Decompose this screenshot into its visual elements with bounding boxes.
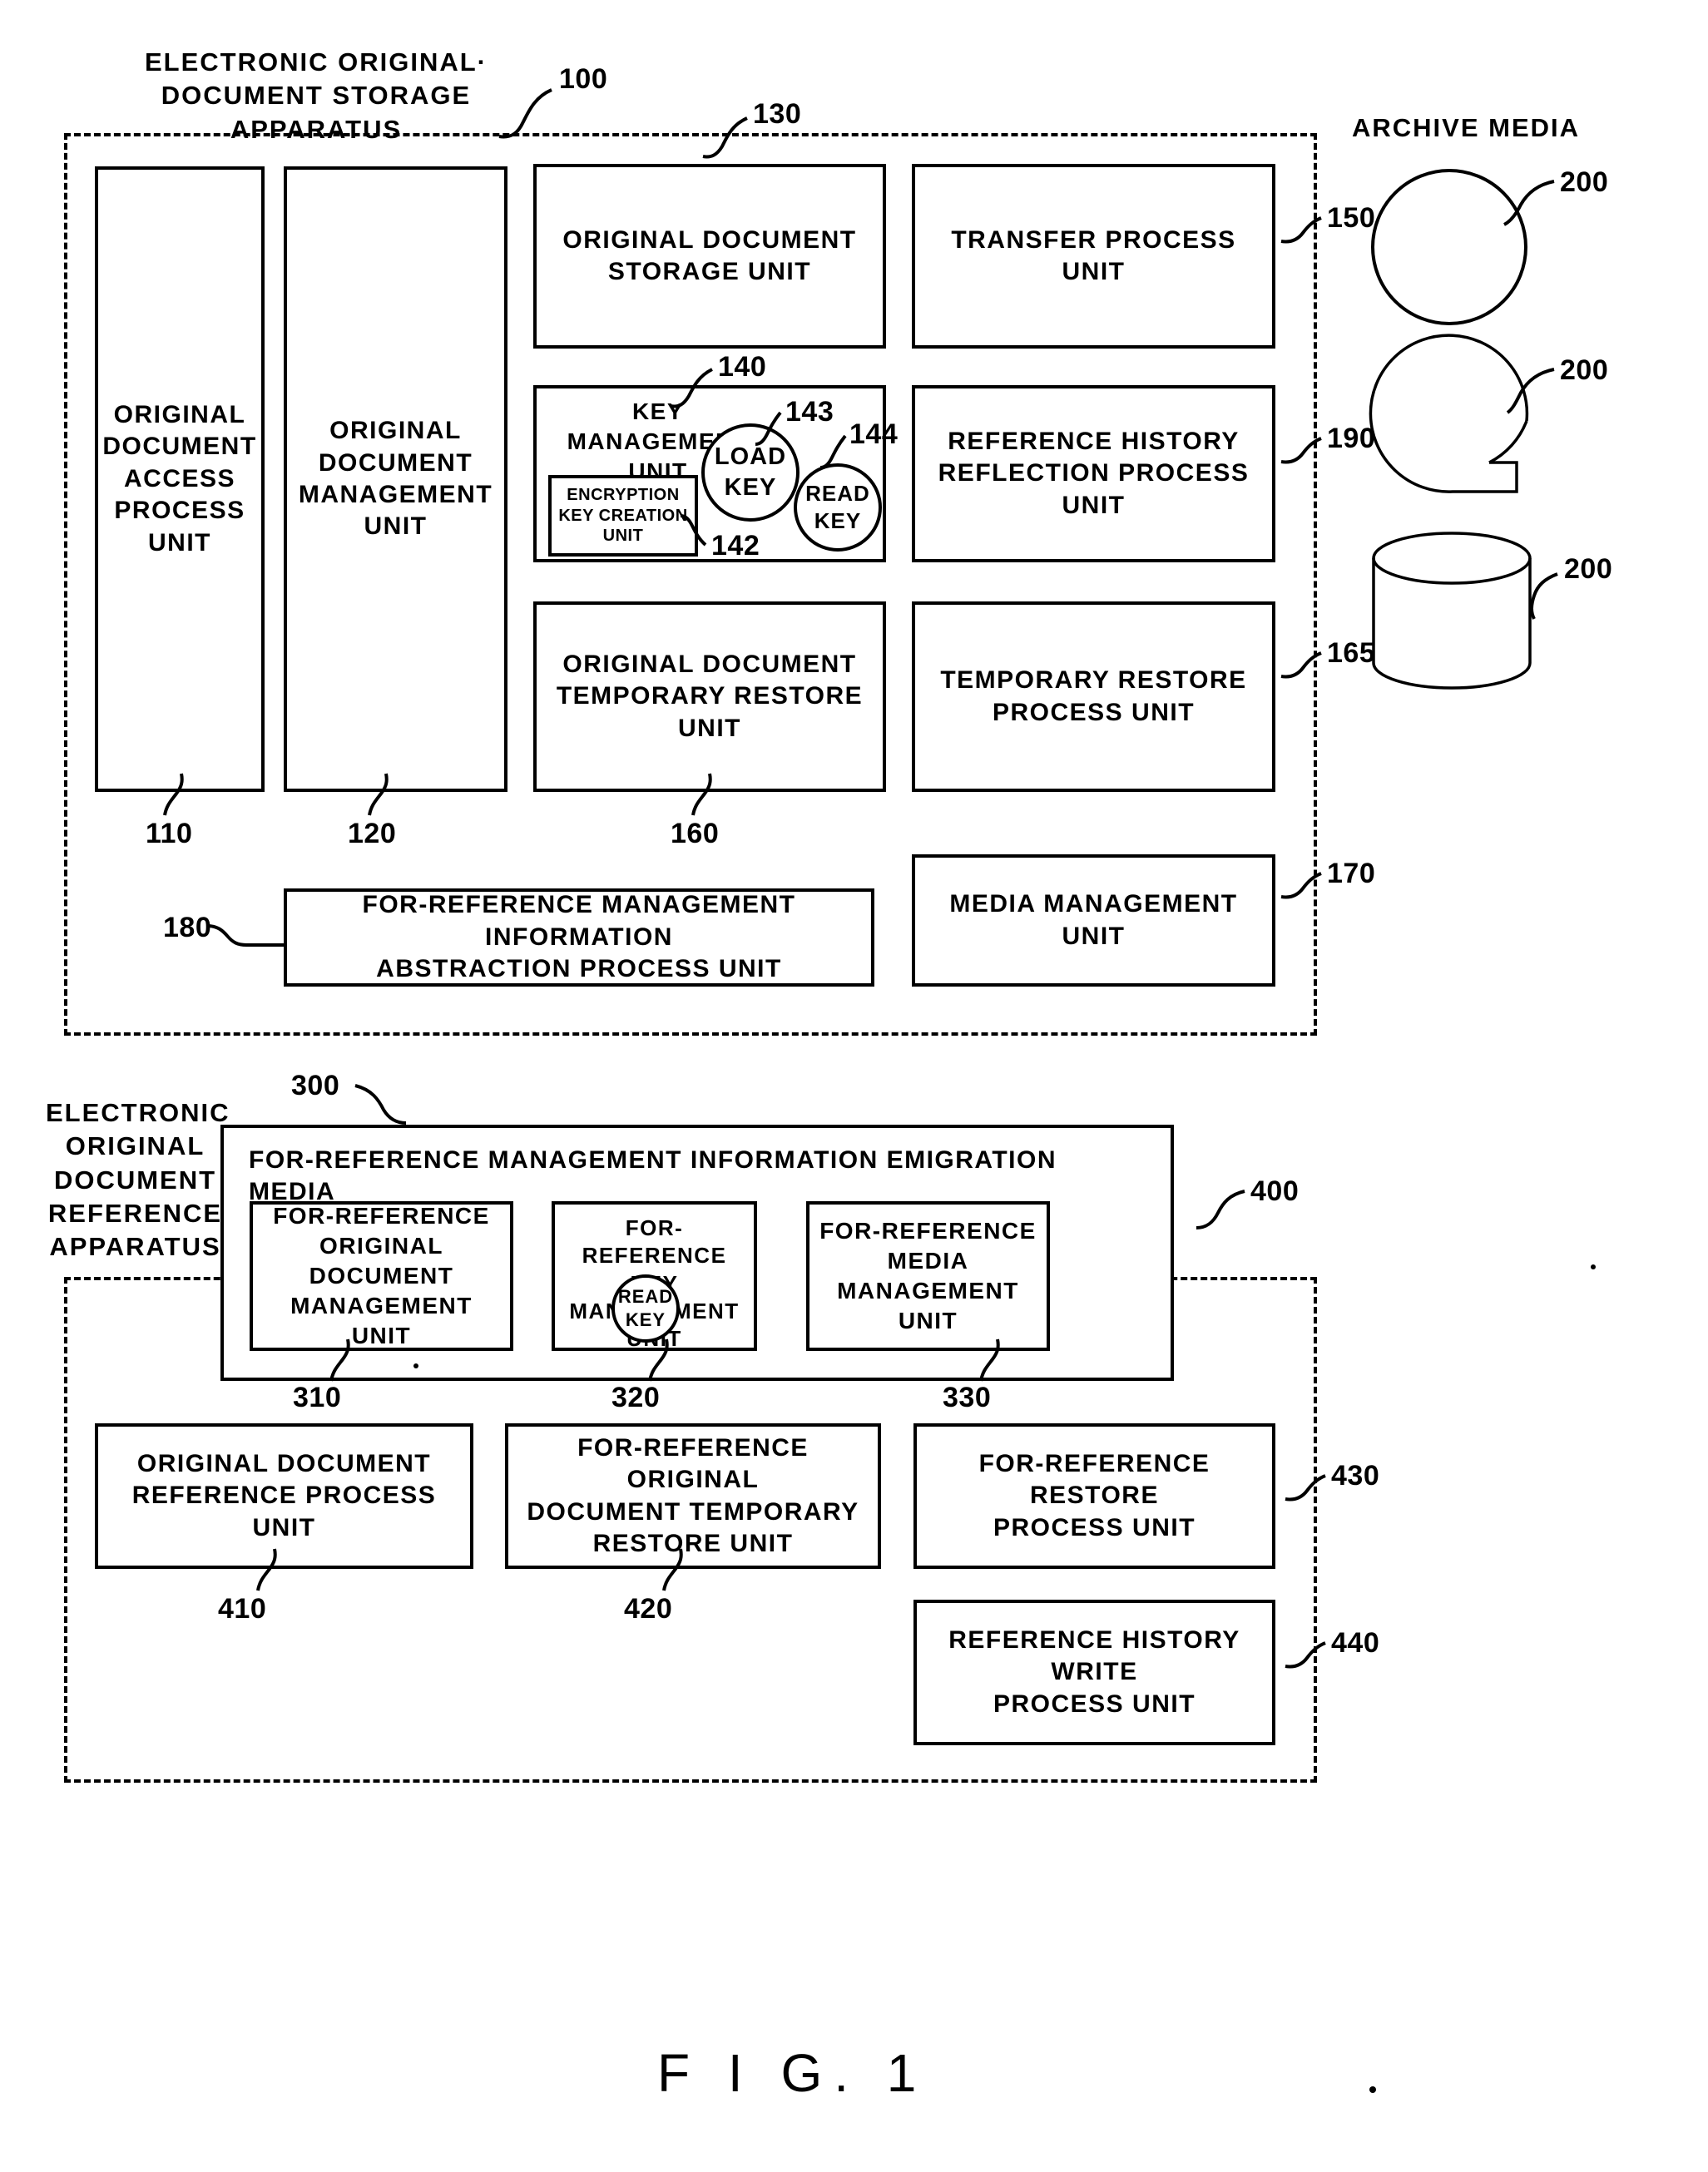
unit-label: FOR-REFERENCE MEDIA MANAGEMENT UNIT — [819, 1218, 1037, 1333]
original-document-storage-unit: ORIGINAL DOCUMENT STORAGE UNIT — [533, 164, 886, 349]
unit-label: ORIGINAL DOCUMENT TEMPORARY RESTORE UNIT — [556, 650, 864, 742]
original-document-management-unit: ORIGINAL DOCUMENT MANAGEMENT UNIT — [284, 166, 507, 792]
unit-label: ORIGINAL DOCUMENT MANAGEMENT UNIT — [298, 417, 493, 541]
ref-160: 160 — [671, 818, 720, 849]
unit-label: ORIGINAL DOCUMENT STORAGE UNIT — [562, 225, 857, 285]
ref-200-db: 200 — [1564, 553, 1613, 585]
ref-170: 170 — [1327, 858, 1376, 889]
encryption-key-creation-unit: ENCRYPTION KEY CREATION UNIT — [548, 475, 698, 557]
for-reference-management-info-abstraction-process-unit: FOR-REFERENCE MANAGEMENT INFORMATION ABS… — [284, 888, 874, 987]
ref-420: 420 — [624, 1593, 673, 1625]
ref-440: 440 — [1331, 1627, 1380, 1659]
ref-143: 143 — [785, 396, 834, 428]
original-document-access-process-unit: ORIGINAL DOCUMENT ACCESS PROCESS UNIT — [95, 166, 265, 792]
ref-400: 400 — [1250, 1175, 1300, 1207]
ref-110: 110 — [146, 818, 193, 849]
ref-165: 165 — [1327, 637, 1376, 669]
for-reference-original-document-management-unit: FOR-REFERENCE ORIGINAL DOCUMENT MANAGEME… — [250, 1201, 513, 1351]
unit-label: FOR-REFERENCE MANAGEMENT INFORMATION ABS… — [362, 891, 796, 983]
ref-330: 330 — [943, 1382, 992, 1413]
ref-120: 120 — [348, 818, 397, 849]
read-key-circle: READ KEY — [611, 1274, 680, 1343]
reference-history-write-process-unit: REFERENCE HISTORY WRITE PROCESS UNIT — [913, 1600, 1275, 1745]
for-reference-management-info-emigration-media: FOR-REFERENCE MANAGEMENT INFORMATION EMI… — [220, 1125, 1174, 1381]
unit-label: ORIGINAL DOCUMENT ACCESS PROCESS UNIT — [102, 401, 257, 557]
ref-180: 180 — [163, 912, 212, 943]
patent-figure-page: ELECTRONIC ORIGINAL· DOCUMENT STORAGE AP… — [0, 0, 1708, 2172]
ref-310: 310 — [293, 1382, 342, 1413]
unit-label: ENCRYPTION KEY CREATION UNIT — [558, 486, 688, 546]
for-reference-key-management-unit: FOR-REFERENCE KEY MANAGEMENT UNIT READ K… — [552, 1201, 757, 1351]
reference-history-reflection-process-unit: REFERENCE HISTORY REFLECTION PROCESS UNI… — [912, 385, 1275, 562]
unit-label: ORIGINAL DOCUMENT REFERENCE PROCESS UNIT — [131, 1449, 437, 1541]
ref-150: 150 — [1327, 202, 1376, 234]
storage-apparatus-title: ELECTRONIC ORIGINAL· DOCUMENT STORAGE AP… — [145, 47, 488, 144]
ref-130: 130 — [753, 98, 802, 130]
ref-200-tape: 200 — [1560, 354, 1609, 386]
reference-apparatus-title: ELECTRONIC ORIGINAL DOCUMENT REFERENCE A… — [46, 1098, 230, 1262]
unit-label: REFERENCE HISTORY REFLECTION PROCESS UNI… — [938, 427, 1250, 519]
media-management-unit: MEDIA MANAGEMENT UNIT — [912, 854, 1275, 987]
ref-300: 300 — [291, 1070, 340, 1101]
for-reference-original-document-temporary-restore-unit: FOR-REFERENCE ORIGINAL DOCUMENT TEMPORAR… — [505, 1423, 881, 1569]
temporary-restore-process-unit: TEMPORARY RESTORE PROCESS UNIT — [912, 601, 1275, 792]
ref-142: 142 — [711, 530, 760, 562]
read-key-label: READ KEY — [617, 1285, 674, 1330]
for-reference-restore-process-unit: FOR-REFERENCE RESTORE PROCESS UNIT — [913, 1423, 1275, 1569]
ref-430: 430 — [1331, 1460, 1380, 1492]
unit-label: FOR-REFERENCE ORIGINAL DOCUMENT TEMPORAR… — [527, 1433, 859, 1557]
ref-144: 144 — [849, 418, 899, 450]
for-reference-media-management-unit: FOR-REFERENCE MEDIA MANAGEMENT UNIT — [806, 1201, 1050, 1351]
figure-caption: F I G. 1 — [657, 2043, 928, 2103]
load-key-label: LOAD KEY — [714, 443, 787, 501]
ref-410: 410 — [218, 1593, 267, 1625]
ref-100: 100 — [559, 63, 608, 95]
unit-label: FOR-REFERENCE ORIGINAL DOCUMENT MANAGEME… — [273, 1203, 490, 1348]
archive-media-title: ARCHIVE MEDIA — [1352, 113, 1581, 142]
unit-label: TEMPORARY RESTORE PROCESS UNIT — [940, 666, 1247, 726]
unit-label: FOR-REFERENCE RESTORE PROCESS UNIT — [978, 1449, 1210, 1541]
ref-320: 320 — [611, 1382, 661, 1413]
load-key-circle: LOAD KEY — [701, 423, 800, 522]
original-document-reference-process-unit: ORIGINAL DOCUMENT REFERENCE PROCESS UNIT — [95, 1423, 473, 1569]
emigration-media-label: FOR-REFERENCE MANAGEMENT INFORMATION EMI… — [249, 1146, 1057, 1206]
unit-label: TRANSFER PROCESS UNIT — [951, 225, 1236, 285]
ref-200-disc: 200 — [1560, 166, 1609, 198]
ref-190: 190 — [1327, 423, 1376, 454]
unit-label: REFERENCE HISTORY WRITE PROCESS UNIT — [948, 1625, 1240, 1718]
read-key-label: READ KEY — [805, 480, 870, 533]
read-key-circle: READ KEY — [794, 463, 882, 552]
transfer-process-unit: TRANSFER PROCESS UNIT — [912, 164, 1275, 349]
ref-140: 140 — [718, 351, 767, 383]
unit-label: MEDIA MANAGEMENT UNIT — [949, 890, 1238, 950]
optical-disc-icon — [1371, 169, 1527, 325]
original-document-temporary-restore-unit: ORIGINAL DOCUMENT TEMPORARY RESTORE UNIT — [533, 601, 886, 792]
